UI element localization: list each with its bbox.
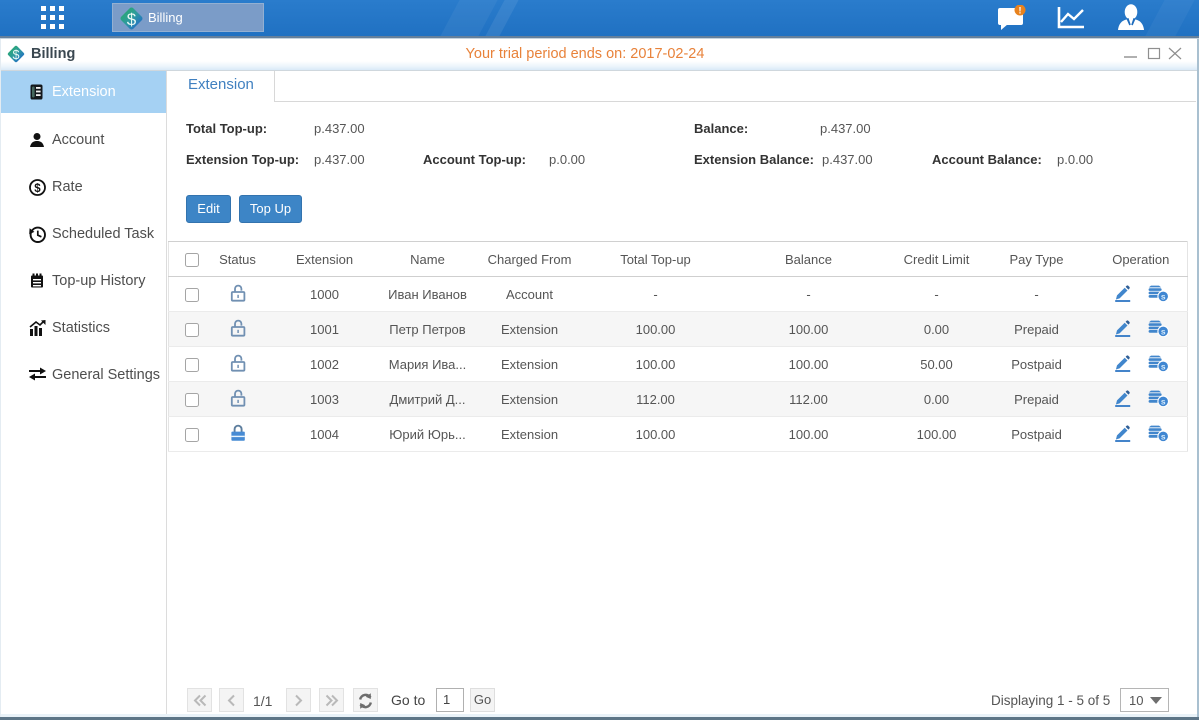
svg-text:s: s [1161, 326, 1166, 336]
svg-text:$: $ [127, 10, 137, 29]
svg-text:$: $ [34, 183, 41, 195]
svg-text:s: s [1161, 291, 1166, 301]
svg-text:!: ! [1019, 6, 1022, 16]
svg-text:s: s [1161, 431, 1166, 441]
svg-text:s: s [1161, 361, 1166, 371]
svg-text:s: s [1161, 396, 1166, 406]
